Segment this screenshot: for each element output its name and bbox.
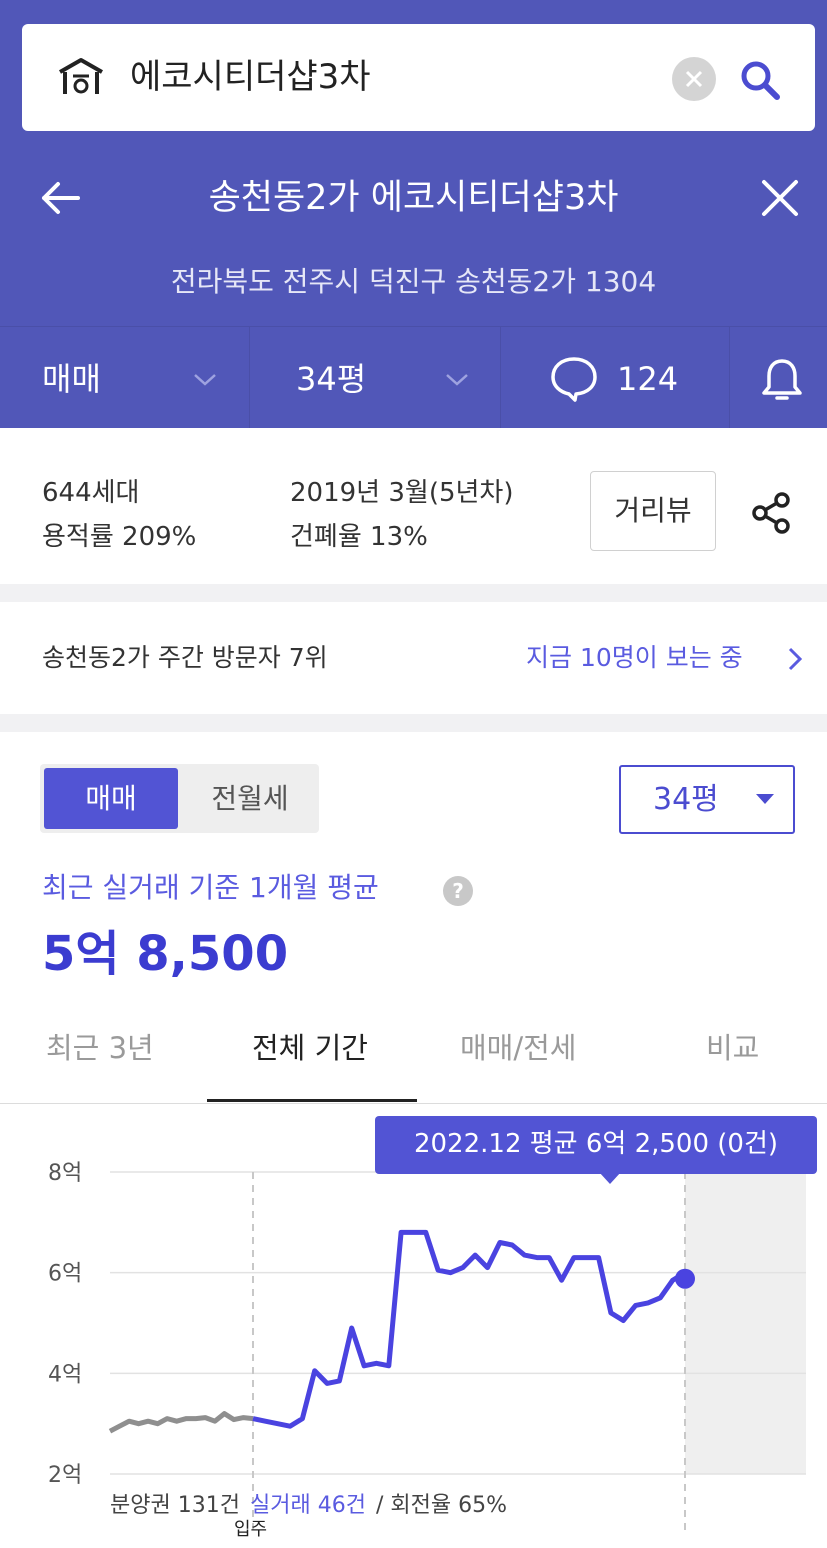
size-select-value: 34평	[653, 782, 719, 817]
tab-compare[interactable]: 비교	[706, 1026, 759, 1070]
close-icon	[685, 70, 703, 88]
caret-down-icon	[756, 794, 774, 804]
chart-tooltip: 2022.12 평균 6억 2,500 (0건)	[375, 1116, 817, 1174]
speech-bubble-icon	[551, 357, 597, 402]
chevron-right-icon	[788, 647, 803, 671]
page-title: 송천동2가 에코시티더샵3차	[208, 178, 619, 218]
sale-tab[interactable]: 매매	[44, 768, 178, 829]
y-tick-label: 4억	[48, 1362, 82, 1387]
trade-type-label: 매매	[42, 360, 101, 398]
close-icon[interactable]	[758, 176, 802, 220]
tab-sale-jeonse[interactable]: 매매/전세	[460, 1026, 577, 1070]
built-date: 2019년 3월(5년차)	[290, 478, 514, 508]
turnover-rate: / 회전율 65%	[376, 1493, 507, 1518]
divider	[0, 714, 827, 732]
street-view-button[interactable]: 거리뷰	[590, 471, 716, 551]
building-coverage: 건폐율 13%	[290, 522, 428, 552]
households: 644세대	[42, 478, 140, 508]
actual-price-line	[252, 1229, 687, 1429]
future-region	[685, 1172, 806, 1474]
chevron-down-icon	[194, 374, 216, 386]
rent-tab[interactable]: 전월세	[190, 768, 310, 829]
chevron-down-icon	[446, 374, 468, 386]
complex-info: 644세대 2019년 3월(5년차) 용적률 209% 건폐율 13% 거리뷰	[0, 428, 827, 584]
search-input[interactable]: 에코시티더샵3차	[130, 54, 371, 100]
trade-type-dropdown[interactable]: 매매	[0, 327, 249, 429]
bell-icon	[762, 359, 802, 400]
actual-trade-count: 실거래 46건	[250, 1493, 366, 1518]
move-in-label: 입주	[234, 1519, 267, 1540]
filter-bar: 매매 34평 124	[0, 326, 827, 429]
now-viewing-link[interactable]: 지금 10명이 보는 중	[526, 640, 743, 676]
average-price: 5억 8,500	[42, 926, 289, 982]
address-text: 전라북도 전주시 덕진구 송천동2가 1304	[170, 265, 657, 298]
search-bar[interactable]: 에코시티더샵3차	[22, 24, 815, 131]
highlight-point[interactable]	[675, 1268, 695, 1289]
size-dropdown[interactable]: 34평	[250, 327, 500, 429]
size-label: 34평	[296, 360, 367, 398]
tooltip-pointer	[599, 1172, 621, 1184]
y-tick-label: 2억	[48, 1463, 82, 1488]
apartment-home-icon	[59, 58, 103, 94]
y-tick-label: 8억	[48, 1161, 82, 1186]
share-icon[interactable]	[748, 491, 796, 535]
average-label: 최근 실거래 기준 1개월 평균	[42, 871, 379, 904]
visitor-rank: 송천동2가 주간 방문자 7위	[42, 643, 328, 672]
search-icon[interactable]	[738, 58, 782, 102]
tab-recent-3y[interactable]: 최근 3년	[46, 1026, 154, 1070]
size-select[interactable]: 34평	[619, 765, 795, 834]
notification-button[interactable]	[730, 327, 827, 429]
comments-button[interactable]: 124	[501, 327, 729, 429]
y-tick-label: 6억	[48, 1262, 82, 1287]
presale-price-line	[108, 1411, 254, 1434]
deal-type-toggle: 매매 전월세	[40, 764, 319, 833]
visitor-rank-row[interactable]: 송천동2가 주간 방문자 7위 지금 10명이 보는 중	[0, 602, 827, 714]
period-tabs: 최근 3년 전체 기간 매매/전세 비교	[0, 1020, 827, 1104]
help-icon[interactable]: ?	[443, 876, 473, 906]
divider	[0, 584, 827, 602]
tab-all-period[interactable]: 전체 기간	[252, 1026, 368, 1070]
floor-area-ratio: 용적률 209%	[42, 522, 197, 552]
active-tab-underline	[207, 1099, 417, 1102]
presale-count: 분양권 131건	[110, 1493, 240, 1518]
clear-search-button[interactable]	[672, 57, 716, 101]
comment-count: 124	[617, 360, 679, 398]
